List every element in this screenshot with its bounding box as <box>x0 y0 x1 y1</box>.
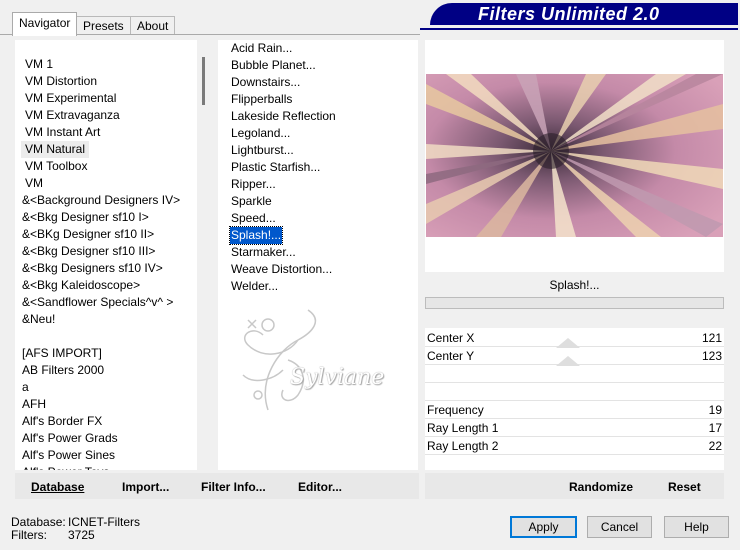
category-item[interactable]: &<Bkg Designer sf10 I> <box>15 209 149 226</box>
param-value: 19 <box>708 403 722 417</box>
category-item[interactable]: VM Toolbox <box>15 158 87 175</box>
category-item[interactable]: &<Bkg Designer sf10 III> <box>15 243 155 260</box>
filter-item[interactable]: Weave Distortion... <box>230 261 333 278</box>
param-row[interactable] <box>425 383 724 401</box>
filter-item[interactable]: Welder... <box>230 278 279 295</box>
category-item[interactable]: &<Bkg Kaleidoscope> <box>15 277 140 294</box>
banner-underline <box>420 28 738 30</box>
filter-item[interactable]: Sparkle <box>230 193 273 210</box>
category-item[interactable]: &<Background Designers IV> <box>15 192 180 209</box>
category-item[interactable]: VM Experimental <box>15 90 116 107</box>
reset-button[interactable]: Reset <box>668 480 701 494</box>
status-database-label: Database: <box>11 515 66 529</box>
app-banner: Filters Unlimited 2.0 <box>430 3 738 25</box>
filter-item[interactable]: Ripper... <box>230 176 277 193</box>
filter-item[interactable]: Starmaker... <box>230 244 297 261</box>
category-item[interactable]: &<BKg Designer sf10 II> <box>15 226 154 243</box>
progress-bar <box>425 297 724 309</box>
category-item[interactable]: Alf's Power Toys <box>15 464 109 470</box>
help-button[interactable]: Help <box>664 516 729 538</box>
category-item[interactable]: AFH <box>15 396 46 413</box>
param-label: Ray Length 1 <box>427 421 499 435</box>
status-database-value: ICNET-Filters <box>68 515 140 529</box>
param-label: Center X <box>427 331 475 345</box>
filter-item[interactable]: Speed... <box>230 210 277 227</box>
import-button[interactable]: Import... <box>122 480 169 494</box>
param-label: Ray Length 2 <box>427 439 499 453</box>
category-item[interactable]: &<Bkg Designers sf10 IV> <box>15 260 163 277</box>
category-item[interactable]: VM Natural <box>21 141 90 158</box>
category-item[interactable]: VM 1 <box>15 56 53 73</box>
filter-name: Splash!... <box>549 278 600 292</box>
param-label: Center Y <box>427 349 475 363</box>
randomize-button[interactable]: Randomize <box>569 480 633 494</box>
watermark-text: Sylviane <box>290 365 385 390</box>
param-value: 121 <box>701 331 722 345</box>
slider-indicator[interactable] <box>556 338 580 368</box>
editor-button[interactable]: Editor... <box>298 480 342 494</box>
tab-presets[interactable]: Presets <box>76 16 131 35</box>
filter-info-button[interactable]: Filter Info... <box>201 480 266 494</box>
category-item[interactable]: AB Filters 2000 <box>15 362 104 379</box>
filter-item[interactable]: Legoland... <box>230 125 291 142</box>
param-value: 22 <box>708 439 722 453</box>
filter-item[interactable]: Flipperballs <box>230 91 293 108</box>
category-item[interactable] <box>15 328 22 345</box>
category-item[interactable]: a <box>15 379 29 396</box>
category-scrollbar-thumb[interactable] <box>202 57 205 105</box>
watermark-flourish <box>242 309 317 411</box>
apply-button[interactable]: Apply <box>510 516 577 538</box>
category-item[interactable]: Alf's Power Sines <box>15 447 115 464</box>
status-filters-value: 3725 <box>68 528 95 542</box>
category-item[interactable]: Alf's Border FX <box>15 413 102 430</box>
filter-item[interactable]: Bubble Planet... <box>230 57 317 74</box>
category-item[interactable]: &<Sandflower Specials^v^ > <box>15 294 173 311</box>
filter-item[interactable]: Acid Rain... <box>230 40 293 57</box>
category-item[interactable]: VM Distortion <box>15 73 97 90</box>
param-value: 123 <box>701 349 722 363</box>
tab-navigator[interactable]: Navigator <box>12 12 78 36</box>
filter-list[interactable]: Acid Rain... Bubble Planet... Downstairs..… <box>218 40 418 470</box>
preview-image <box>426 74 723 237</box>
category-item[interactable]: Alf's Power Grads <box>15 430 118 447</box>
category-item[interactable]: &Neu! <box>15 311 55 328</box>
tab-about[interactable]: About <box>130 16 176 35</box>
filter-item[interactable]: Lakeside Reflection <box>230 108 337 125</box>
category-item[interactable]: VM <box>15 175 43 192</box>
category-scrollbar[interactable] <box>197 40 215 470</box>
filter-item[interactable]: Splash!... <box>228 226 284 245</box>
status-filters-label: Filters: <box>11 528 47 542</box>
cancel-button[interactable]: Cancel <box>587 516 652 538</box>
category-item[interactable]: VM Extravaganza <box>15 107 120 124</box>
app-title: Filters Unlimited 2.0 <box>478 4 660 24</box>
filter-item[interactable]: Lightburst... <box>230 142 295 159</box>
param-label: Frequency <box>427 403 484 417</box>
category-list[interactable]: VM 1 VM Distortion VM Experimental VM Extra… <box>15 40 197 470</box>
category-item[interactable]: VM Instant Art <box>15 124 100 141</box>
param-value: 17 <box>708 421 722 435</box>
filter-item[interactable]: Downstairs... <box>230 74 301 91</box>
database-button[interactable]: Database <box>31 480 84 494</box>
filter-item[interactable]: Plastic Starfish... <box>230 159 321 176</box>
category-item[interactable]: [AFS IMPORT] <box>15 345 102 362</box>
